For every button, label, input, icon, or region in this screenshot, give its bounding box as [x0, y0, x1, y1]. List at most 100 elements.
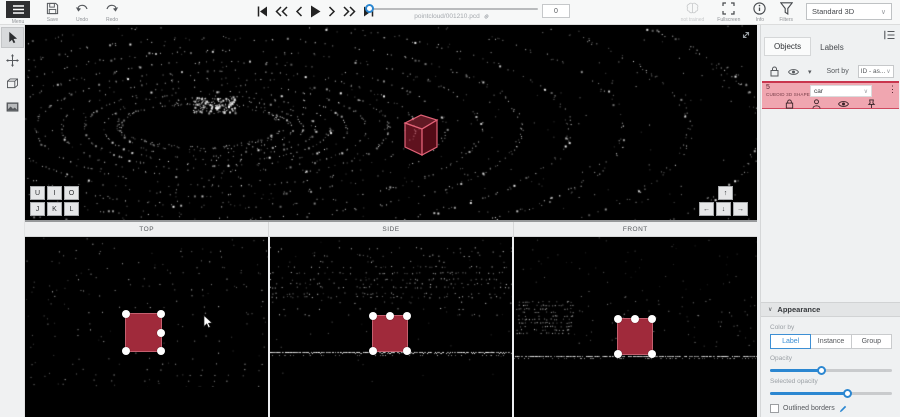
resize-handle[interactable] — [403, 347, 411, 355]
expand-all-icon[interactable]: ▾ — [808, 68, 812, 76]
menu-button[interactable]: Menu — [6, 1, 30, 25]
ortho-view-labels: TOP SIDE FRONT — [25, 220, 757, 237]
tab-labels[interactable]: Labels — [811, 39, 853, 56]
ai-model-button[interactable]: not trained — [681, 1, 705, 23]
play-button[interactable] — [310, 5, 321, 18]
layout-select[interactable]: Standard 3D ∨ — [806, 3, 892, 20]
fast-forward-button[interactable] — [343, 6, 356, 17]
resize-handle[interactable] — [122, 310, 130, 318]
sort-select[interactable]: ID - as... ∨ — [858, 65, 894, 78]
color-mode-label-button[interactable]: Label — [770, 334, 811, 349]
arrow-right-key[interactable]: → — [733, 202, 748, 216]
front-view-label: FRONT — [513, 222, 757, 236]
info-button[interactable]: Info — [753, 1, 766, 23]
appearance-title: Appearance — [777, 305, 820, 314]
top-ortho-view[interactable] — [25, 237, 268, 417]
front-ortho-view[interactable] — [514, 237, 757, 417]
key-i[interactable]: I — [47, 186, 62, 200]
key-j[interactable]: J — [30, 202, 45, 216]
object-class-value: car — [814, 88, 823, 95]
side-view-label: SIDE — [268, 222, 512, 236]
next-frame-button[interactable] — [328, 6, 336, 17]
selected-opacity-label: Selected opacity — [770, 378, 891, 385]
color-mode-instance-button[interactable]: Instance — [810, 334, 851, 349]
link-icon[interactable] — [483, 13, 490, 20]
selected-opacity-slider[interactable] — [770, 392, 892, 395]
brain-icon — [685, 1, 700, 16]
perspective-3d-view[interactable]: U I O J K L ↑ ← ↓ → — [25, 25, 757, 220]
key-l[interactable]: L — [64, 202, 79, 216]
opacity-slider[interactable] — [770, 369, 892, 372]
color-mode-group-button[interactable]: Group — [851, 334, 892, 349]
top-view-label: TOP — [25, 222, 268, 236]
cuboid-side-projection[interactable] — [372, 315, 408, 352]
slider-knob[interactable] — [817, 366, 826, 375]
lock-all-icon[interactable] — [770, 66, 779, 77]
outlined-borders-checkbox[interactable] — [770, 404, 779, 413]
panel-toggle-icon[interactable] — [884, 30, 895, 40]
resize-handle[interactable] — [157, 329, 165, 337]
cuboid-top-projection[interactable] — [125, 313, 162, 352]
frame-timeline: pointcloud/001210.pcd — [366, 0, 538, 25]
resize-handle[interactable] — [631, 315, 639, 323]
save-button[interactable]: Save — [46, 1, 59, 23]
arrow-up-key[interactable]: ↑ — [718, 186, 733, 200]
object-pin-icon[interactable] — [867, 99, 876, 109]
timeline-knob[interactable] — [365, 4, 374, 13]
top-toolbar: Menu Save Undo Redo — [0, 0, 900, 25]
pointer-icon — [7, 31, 18, 44]
save-label: Save — [47, 17, 58, 23]
cuboid-annotation-3d[interactable] — [395, 107, 445, 161]
resize-handle[interactable] — [157, 310, 165, 318]
playback-controls — [257, 4, 374, 18]
save-icon — [46, 1, 59, 16]
fast-backward-button[interactable] — [275, 6, 288, 17]
slider-knob[interactable] — [843, 389, 852, 398]
object-item-car[interactable]: 5 CUBOID 3D SHAPE car ∨ ⋮ — [762, 81, 899, 109]
redo-button[interactable]: Redo — [105, 1, 119, 23]
resize-handle[interactable] — [369, 347, 377, 355]
object-visibility-icon[interactable] — [838, 100, 849, 108]
undo-button[interactable]: Undo — [75, 1, 89, 23]
resize-handle[interactable] — [614, 315, 622, 323]
visibility-all-icon[interactable] — [788, 68, 799, 76]
frame-number-input[interactable] — [542, 4, 570, 18]
key-k[interactable]: K — [47, 202, 62, 216]
top-view-canvas — [25, 237, 268, 387]
appearance-header[interactable]: ∨ Appearance — [761, 302, 900, 317]
move-icon — [6, 54, 19, 67]
cuboid-front-projection[interactable] — [617, 318, 653, 355]
menu-label: Menu — [12, 19, 25, 25]
resize-handle[interactable] — [403, 312, 411, 320]
tab-objects[interactable]: Objects — [764, 37, 811, 56]
outlined-borders-label: Outlined borders — [783, 405, 835, 412]
skip-first-button[interactable] — [257, 6, 268, 17]
resize-handle[interactable] — [369, 312, 377, 320]
resize-handle[interactable] — [122, 347, 130, 355]
fullscreen-button[interactable]: Fullscreen — [717, 1, 740, 23]
filters-button[interactable]: Filters — [779, 1, 793, 23]
object-lock-icon[interactable] — [785, 99, 794, 109]
key-u[interactable]: U — [30, 186, 45, 200]
side-ortho-view[interactable] — [270, 237, 513, 417]
object-class-select[interactable]: car ∨ — [810, 85, 872, 97]
resize-handle[interactable] — [157, 347, 165, 355]
object-menu-icon[interactable]: ⋮ — [888, 84, 897, 95]
object-instance-icon[interactable] — [812, 99, 821, 109]
key-o[interactable]: O — [64, 186, 79, 200]
resize-handle[interactable] — [386, 312, 394, 320]
slider-fill — [770, 392, 847, 395]
image-context-tool-button[interactable] — [2, 97, 23, 116]
timeline-track[interactable] — [366, 8, 538, 10]
edit-pencil-icon[interactable] — [839, 405, 847, 413]
arrow-left-key[interactable]: ← — [699, 202, 714, 216]
select-tool-button[interactable] — [2, 28, 23, 47]
redo-icon — [105, 1, 119, 16]
color-mode-group: Label Instance Group — [770, 334, 892, 349]
expand-view-icon[interactable] — [741, 30, 751, 40]
cuboid-tool-button[interactable] — [2, 74, 23, 93]
move-tool-button[interactable] — [2, 51, 23, 70]
arrow-down-key[interactable]: ↓ — [716, 202, 731, 216]
chevron-down-icon: ∨ — [864, 88, 868, 95]
prev-frame-button[interactable] — [295, 6, 303, 17]
